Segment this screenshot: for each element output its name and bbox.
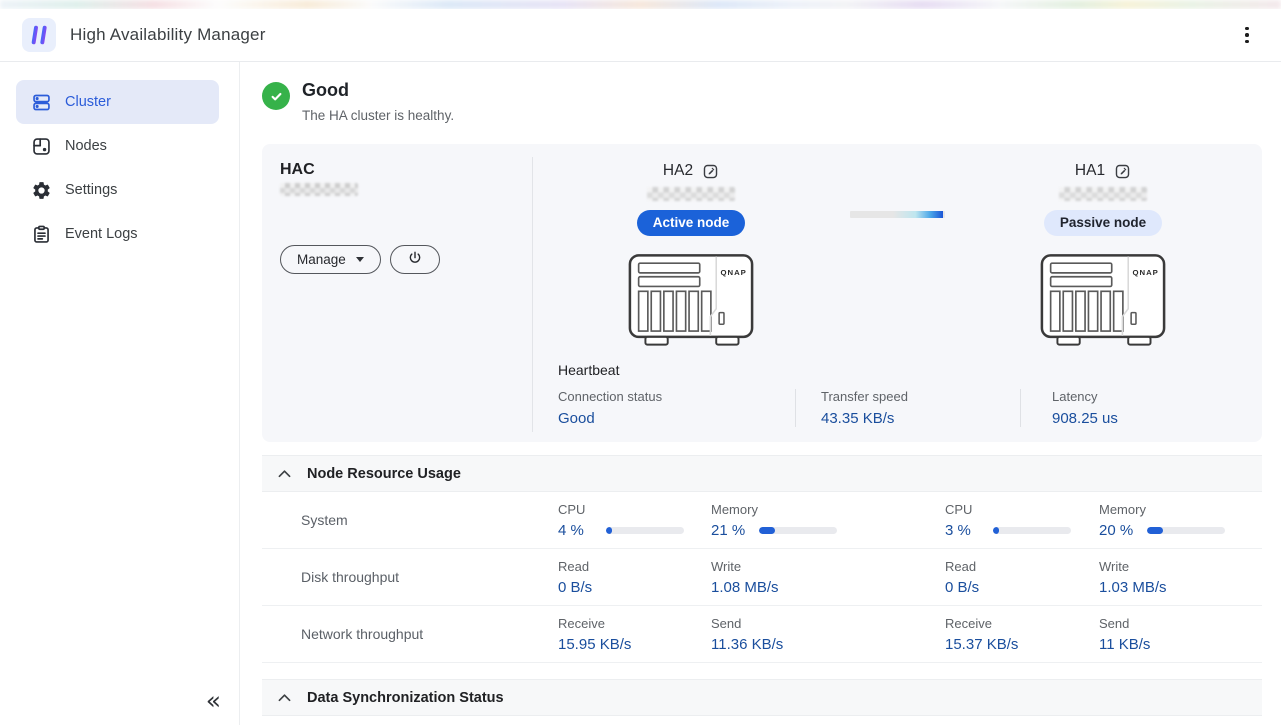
node-name: HA2 [663,162,693,180]
resource-cell: CPU3 % [945,502,1099,539]
chevron-up-icon[interactable] [274,688,294,708]
section-title: Data Synchronization Status [307,690,504,706]
resource-cell: Send11.36 KB/s [711,616,945,653]
connection-status-value: Good [558,410,785,427]
heartbeat-stat: Transfer speed 43.35 KB/s [795,389,1020,427]
resource-value: 21 % [711,522,759,539]
node-column-active: HA2 Active node [591,162,791,356]
node-role-badge: Passive node [1044,210,1162,236]
node-name: HA1 [1075,162,1105,180]
resource-value: 0 B/s [945,579,993,596]
cluster-status: Good The HA cluster is healthy. [262,80,1262,123]
resource-value: 3 % [945,522,993,539]
resource-value: 4 % [558,522,606,539]
resource-cell: Write1.03 MB/s [1099,559,1262,596]
app-title: High Availability Manager [70,25,266,45]
app-header: High Availability Manager [0,9,1281,62]
blurred-browser-strip [0,0,1281,9]
app-logo-icon [22,18,56,52]
resource-cell: Memory20 % [1099,502,1262,539]
transfer-speed-value: 43.35 KB/s [821,410,1010,427]
edit-icon[interactable] [1114,163,1131,180]
resource-value: 15.95 KB/s [558,636,631,653]
chevron-up-icon[interactable] [274,464,294,484]
resource-cell: Receive15.37 KB/s [945,616,1099,653]
replication-progress-bar [850,211,945,218]
manage-button[interactable]: Manage [280,245,381,274]
resource-cell: Memory21 % [711,502,945,539]
node-column-passive: HA1 Passive node [1003,162,1203,356]
cluster-name: HAC [280,161,533,179]
usage-progress-bar [1147,527,1225,534]
latency-value: 908.25 us [1052,410,1118,427]
section-title: Node Resource Usage [307,466,461,482]
node-role-badge: Active node [637,210,746,236]
sidebar: Cluster Nodes Settings Event Logs « [0,62,240,725]
sidebar-item-label: Settings [65,182,117,198]
sidebar-item-label: Event Logs [65,226,138,242]
usage-progress-bar [993,527,1071,534]
edit-icon[interactable] [702,163,719,180]
chevron-down-icon [356,257,364,262]
sidebar-item-label: Cluster [65,94,111,110]
resource-cell: Read0 B/s [558,559,711,596]
resource-row: SystemCPU4 %Memory21 %CPU3 %Memory20 % [262,492,1262,549]
usage-progress-bar [759,527,837,534]
resource-value: 1.03 MB/s [1099,579,1167,596]
usage-progress-bar [606,527,684,534]
resource-usage-table: SystemCPU4 %Memory21 %CPU3 %Memory20 %Di… [262,492,1262,663]
resource-cell: CPU4 % [558,502,711,539]
cluster-card: HAC Manage [262,144,1262,442]
sidebar-item-label: Nodes [65,138,107,154]
sidebar-item-event-logs[interactable]: Event Logs [16,212,219,256]
resource-value: 11.36 KB/s [711,636,783,653]
cluster-info-panel: HAC Manage [262,144,533,442]
power-button[interactable] [390,245,440,274]
event-logs-icon [30,223,52,245]
check-circle-icon [262,82,290,110]
status-title: Good [302,80,454,101]
resource-value: 0 B/s [558,579,606,596]
manage-button-label: Manage [297,252,346,267]
resource-value: 20 % [1099,522,1147,539]
nodes-panel: HA2 Active node [533,144,1262,442]
sidebar-item-cluster[interactable]: Cluster [16,80,219,124]
settings-icon [30,179,52,201]
cluster-ip-redacted [280,183,358,196]
resource-row-label: System [262,512,558,528]
status-message: The HA cluster is healthy. [302,108,454,123]
sidebar-item-nodes[interactable]: Nodes [16,124,219,168]
nas-brand-label: QNAP [1133,268,1159,277]
main-content: Good The HA cluster is healthy. HAC Mana… [240,62,1281,725]
resource-cell: Write1.08 MB/s [711,559,945,596]
sidebar-item-settings[interactable]: Settings [16,168,219,212]
heartbeat-title: Heartbeat [558,362,1262,378]
heartbeat-stat: Latency 908.25 us [1020,389,1128,427]
sidebar-collapse-icon[interactable]: « [206,688,221,713]
sync-section-body-cutoff [262,716,1262,725]
kebab-menu-icon[interactable] [1233,21,1261,49]
nodes-icon [30,135,52,157]
node-ip-redacted [1059,187,1147,201]
resource-value: 1.08 MB/s [711,579,779,596]
resource-cell: Send11 KB/s [1099,616,1262,653]
heartbeat-stat: Connection status Good [558,389,795,427]
section-header-data-sync-status: Data Synchronization Status [262,679,1262,716]
nas-brand-label: QNAP [721,268,747,277]
resource-row-label: Network throughput [262,626,558,642]
nas-device-illustration: QNAP [591,251,791,356]
resource-row: Network throughputReceive15.95 KB/sSend1… [262,606,1262,663]
resource-value: 11 KB/s [1099,636,1150,653]
resource-cell: Read0 B/s [945,559,1099,596]
cluster-icon [30,91,52,113]
heartbeat-section: Heartbeat Connection status Good Transfe… [533,362,1262,427]
nas-device-illustration: QNAP [1003,251,1203,356]
section-header-node-resource-usage: Node Resource Usage [262,455,1262,492]
resource-row-label: Disk throughput [262,569,558,585]
node-ip-redacted [647,187,735,201]
power-icon [407,250,423,269]
resource-cell: Receive15.95 KB/s [558,616,711,653]
resource-row: Disk throughputRead0 B/sWrite1.08 MB/sRe… [262,549,1262,606]
resource-value: 15.37 KB/s [945,636,1018,653]
